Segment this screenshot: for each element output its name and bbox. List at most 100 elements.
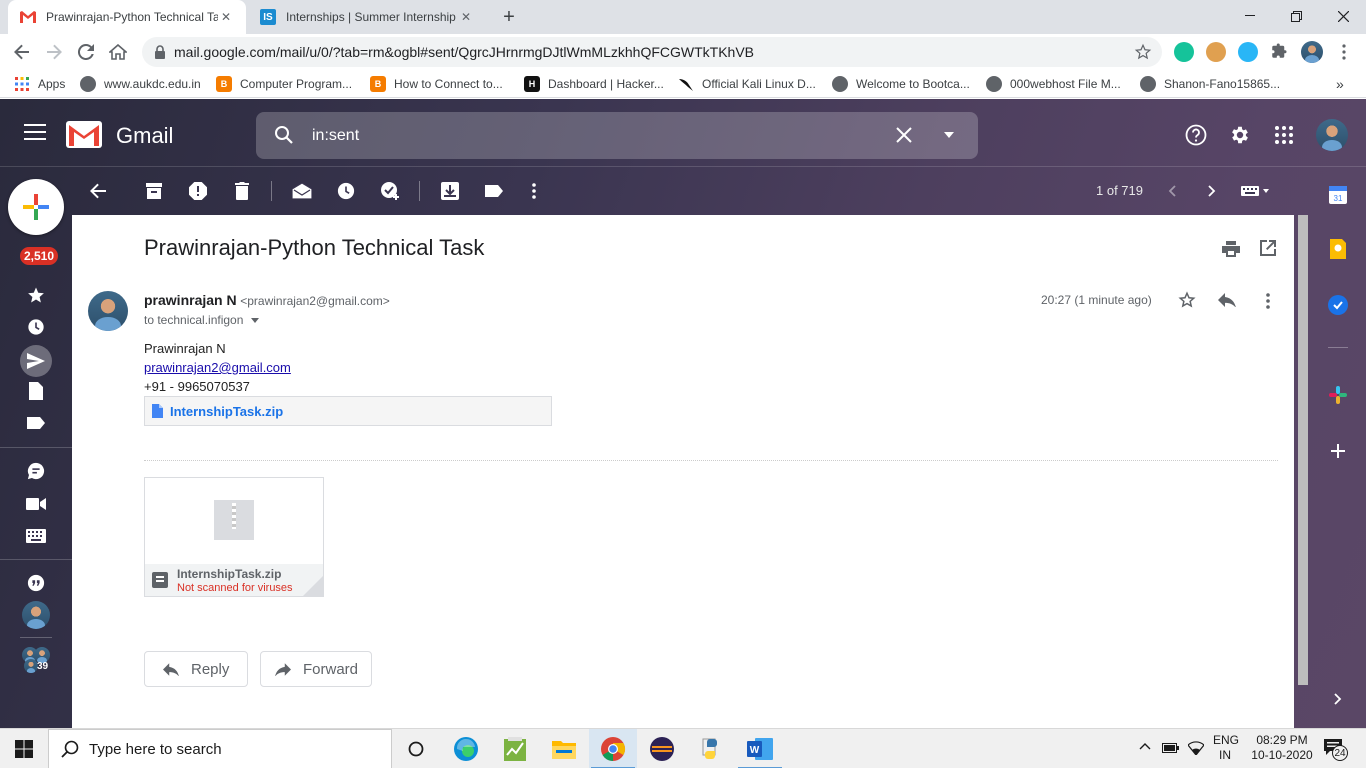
close-tab-icon[interactable]: ✕ [218,9,234,25]
edge-icon[interactable] [442,729,490,768]
cookie-icon[interactable] [1206,42,1226,62]
wifi-icon[interactable] [1188,741,1204,755]
body-email-link[interactable]: prawinrajan2@gmail.com [144,360,291,375]
close-tab-icon[interactable]: ✕ [458,9,474,25]
sender-avatar[interactable] [88,291,128,331]
minimize-icon[interactable] [1227,0,1273,32]
hangouts-avatar[interactable] [22,601,50,629]
starred-icon[interactable] [24,283,48,307]
search-icon[interactable] [274,125,294,145]
add-to-tasks-icon[interactable] [378,179,402,203]
calendar-icon[interactable]: 31 [1328,185,1348,205]
more-actions-icon[interactable] [522,179,546,203]
restore-icon[interactable] [1273,0,1319,32]
windows-start-icon[interactable] [0,729,48,768]
file-explorer-icon[interactable] [540,729,588,768]
bookmark-how-to-connect[interactable]: B How to Connect to... [370,75,503,93]
sheets-tracker-icon[interactable] [491,729,539,768]
meet-video-icon[interactable] [24,492,48,516]
unread-count-badge[interactable]: 2,510 [20,247,59,265]
word-icon[interactable]: W [736,729,784,768]
tab-gmail[interactable]: Prawinrajan-Python Technical Tas ✕ [8,0,246,34]
newer-chevron-icon[interactable] [1160,179,1184,203]
new-tab-button[interactable]: + [494,0,524,34]
open-in-new-window-icon[interactable] [1260,240,1276,256]
bookmark-kali[interactable]: Official Kali Linux D... [678,75,816,93]
extensions-puzzle-icon[interactable] [1270,42,1290,62]
browser-menu-icon[interactable] [1330,38,1358,66]
slack-addon-icon[interactable] [1328,385,1348,405]
mail-search-bar[interactable]: in:sent [256,112,978,159]
address-bar[interactable]: mail.google.com/mail/u/0/?tab=rm&ogbl#se… [142,37,1162,67]
more-bookmarks-icon[interactable]: » [1336,75,1344,93]
forward-icon[interactable] [40,38,68,66]
recipient-line[interactable]: to technical.infigon [144,313,260,327]
task-view-icon[interactable] [392,729,440,768]
bookmark-shanon-fano[interactable]: Shanon-Fano15865... [1140,75,1280,93]
print-icon[interactable] [1222,241,1240,257]
reload-icon[interactable] [72,38,100,66]
hangouts-quote-icon[interactable] [24,571,48,595]
get-addons-plus-icon[interactable] [1328,441,1348,461]
search-query[interactable]: in:sent [312,127,359,145]
older-chevron-icon[interactable] [1200,179,1224,203]
python-icon[interactable] [687,729,735,768]
scrollbar[interactable] [1298,215,1308,685]
help-icon[interactable] [1185,124,1207,146]
bookmark-computer-program[interactable]: B Computer Program... [216,75,352,93]
tasks-check-icon[interactable] [1328,295,1348,315]
reply-arrow-icon[interactable] [1218,293,1236,307]
close-window-icon[interactable] [1320,0,1366,32]
back-to-sent-icon[interactable] [86,179,110,203]
sent-icon[interactable] [20,345,52,377]
drafts-icon[interactable] [24,379,48,403]
forward-button[interactable]: Forward [260,651,372,687]
contacts-group-icon[interactable]: 39 [22,647,52,675]
account-avatar[interactable] [1316,119,1348,151]
keep-bulb-icon[interactable] [1328,239,1348,259]
message-more-icon[interactable] [1266,293,1270,309]
label-tag-icon[interactable] [482,179,506,203]
compose-button[interactable] [8,179,64,235]
attachment-card[interactable]: InternshipTask.zip Not scanned for virus… [144,477,324,597]
gmail-logo-icon[interactable] [66,121,102,148]
snoozed-clock-icon[interactable] [24,315,48,339]
notification-center-icon[interactable]: 24 [1324,739,1350,761]
expand-panel-chevron-icon[interactable] [1328,689,1348,709]
delete-trash-icon[interactable] [230,179,254,203]
tab-internshala[interactable]: IS Internships | Summer Internship ✕ [248,0,486,34]
bookmark-000webhost[interactable]: 000webhost File M... [986,75,1121,93]
search-options-icon[interactable] [944,132,954,138]
profile-avatar[interactable] [1301,41,1323,63]
labels-icon[interactable] [24,411,48,435]
chat-icon[interactable] [24,459,48,483]
archive-icon[interactable] [142,179,166,203]
language-indicator[interactable]: ENG IN [1213,733,1239,763]
battery-icon[interactable] [1162,742,1180,754]
star-icon[interactable] [1178,291,1196,309]
bookmark-star-icon[interactable] [1134,43,1152,61]
move-to-icon[interactable] [438,179,462,203]
grammarly-icon[interactable] [1174,42,1194,62]
inline-attachment-chip[interactable]: InternshipTask.zip [144,396,552,426]
eclipse-icon[interactable] [638,729,686,768]
input-tools-icon[interactable] [1238,179,1274,203]
reply-button[interactable]: Reply [144,651,248,687]
mark-unread-icon[interactable] [290,179,314,203]
sender-name[interactable]: prawinrajan N [144,292,237,308]
keyboard-icon[interactable] [24,524,48,548]
taskbar-search-box[interactable]: Type here to search [48,729,392,768]
snooze-clock-icon[interactable] [334,179,358,203]
bookmark-hackerrank[interactable]: H Dashboard | Hacker... [524,75,664,93]
show-hidden-icons-chevron[interactable] [1139,742,1151,750]
extension-globe-icon[interactable] [1238,42,1258,62]
google-apps-icon[interactable] [1275,126,1293,144]
home-icon[interactable] [104,38,132,66]
main-menu-icon[interactable] [24,123,46,141]
report-spam-icon[interactable] [186,179,210,203]
back-icon[interactable] [8,38,36,66]
clear-search-icon[interactable] [896,127,912,143]
clock[interactable]: 08:29 PM 10-10-2020 [1246,733,1318,763]
settings-gear-icon[interactable] [1229,124,1251,146]
bookmark-bootcamp[interactable]: Welcome to Bootca... [832,75,970,93]
